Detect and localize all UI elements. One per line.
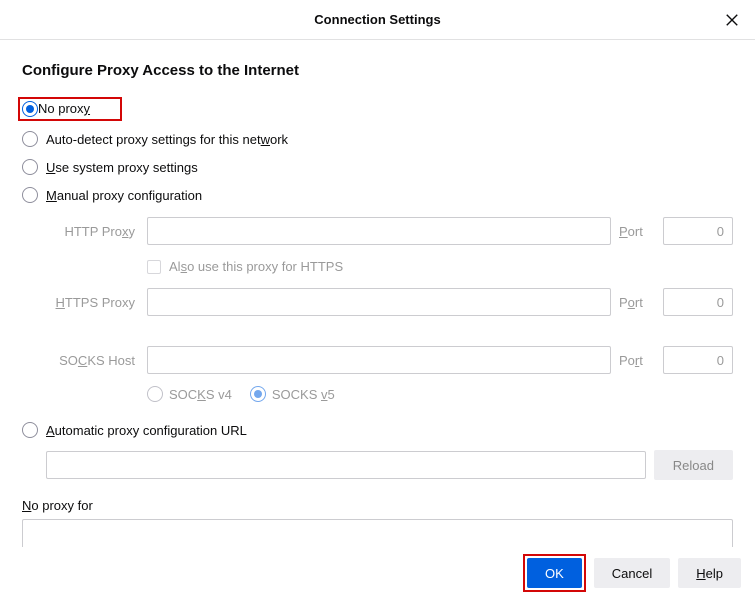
radio-no-proxy-row[interactable]: No proxy (22, 93, 733, 125)
socks-v4-label: SOCKS v4 (169, 387, 232, 402)
radio-socks-v5[interactable] (250, 386, 266, 402)
https-port-input[interactable] (663, 288, 733, 316)
settings-scroll-area[interactable]: Configure Proxy Access to the Internet N… (0, 40, 755, 547)
https-proxy-input[interactable] (147, 288, 611, 316)
radio-no-proxy[interactable] (22, 101, 38, 117)
noproxy-for-input[interactable] (22, 519, 733, 547)
http-port-label: Port (619, 224, 655, 239)
cancel-button[interactable]: Cancel (594, 558, 670, 588)
manual-form-grid: HTTP Proxy Port Also use this proxy for … (44, 217, 733, 402)
radio-auto-url-row[interactable]: Automatic proxy configuration URL (22, 416, 733, 444)
socks-host-input[interactable] (147, 346, 611, 374)
radio-system-row[interactable]: Use system proxy settings (22, 153, 733, 181)
https-proxy-label: HTTPS Proxy (44, 295, 139, 310)
radio-manual-row[interactable]: Manual proxy configuration (22, 181, 733, 209)
radio-no-proxy-label: No proxy (38, 101, 90, 117)
radio-socks-v4[interactable] (147, 386, 163, 402)
close-icon (725, 13, 739, 27)
accel-y: y (84, 101, 91, 116)
socks-v5-label: SOCKS v5 (272, 387, 335, 402)
also-https-row[interactable]: Also use this proxy for HTTPS (147, 259, 733, 274)
dialog-title: Connection Settings (314, 12, 440, 27)
auto-url-input[interactable] (46, 451, 646, 479)
accel-w: w (261, 132, 270, 147)
accel-m: M (46, 188, 57, 203)
radio-auto-detect-row[interactable]: Auto-detect proxy settings for this netw… (22, 125, 733, 153)
socks-v5-option[interactable]: SOCKS v5 (250, 386, 335, 402)
also-https-checkbox[interactable] (147, 260, 161, 274)
radio-auto-url-label: Automatic proxy configuration URL (46, 423, 247, 438)
socks-host-label: SOCKS Host (44, 353, 139, 368)
http-port-input[interactable] (663, 217, 733, 245)
noproxy-for-label: No proxy for (22, 498, 733, 513)
http-proxy-label: HTTP Proxy (44, 224, 139, 239)
also-https-label: Also use this proxy for HTTPS (169, 259, 343, 274)
accel-a: A (46, 423, 55, 438)
accel-u: U (46, 160, 55, 175)
https-port-label: Port (619, 295, 655, 310)
socks-port-label: Port (619, 353, 655, 368)
socks-v4-option[interactable]: SOCKS v4 (147, 386, 232, 402)
close-button[interactable] (721, 9, 743, 31)
socks-port-input[interactable] (663, 346, 733, 374)
radio-system[interactable] (22, 159, 38, 175)
radio-system-label: Use system proxy settings (46, 160, 198, 175)
radio-manual[interactable] (22, 187, 38, 203)
radio-auto-detect[interactable] (22, 131, 38, 147)
radio-manual-label: Manual proxy configuration (46, 188, 202, 203)
radio-auto-url[interactable] (22, 422, 38, 438)
accel-h: H (696, 566, 705, 581)
ok-button[interactable]: OK (527, 558, 582, 588)
help-button[interactable]: Help (678, 558, 741, 588)
highlight-ok: OK (523, 554, 586, 592)
dialog-footer: OK Cancel Help (0, 547, 755, 599)
reload-button[interactable]: Reload (654, 450, 733, 480)
highlight-no-proxy: No proxy (18, 97, 122, 121)
section-heading: Configure Proxy Access to the Internet (22, 62, 733, 79)
radio-auto-detect-label: Auto-detect proxy settings for this netw… (46, 132, 288, 147)
titlebar: Connection Settings (0, 0, 755, 40)
socks-version-group: SOCKS v4 SOCKS v5 (147, 386, 733, 402)
http-proxy-input[interactable] (147, 217, 611, 245)
auto-url-row: Reload (46, 450, 733, 480)
